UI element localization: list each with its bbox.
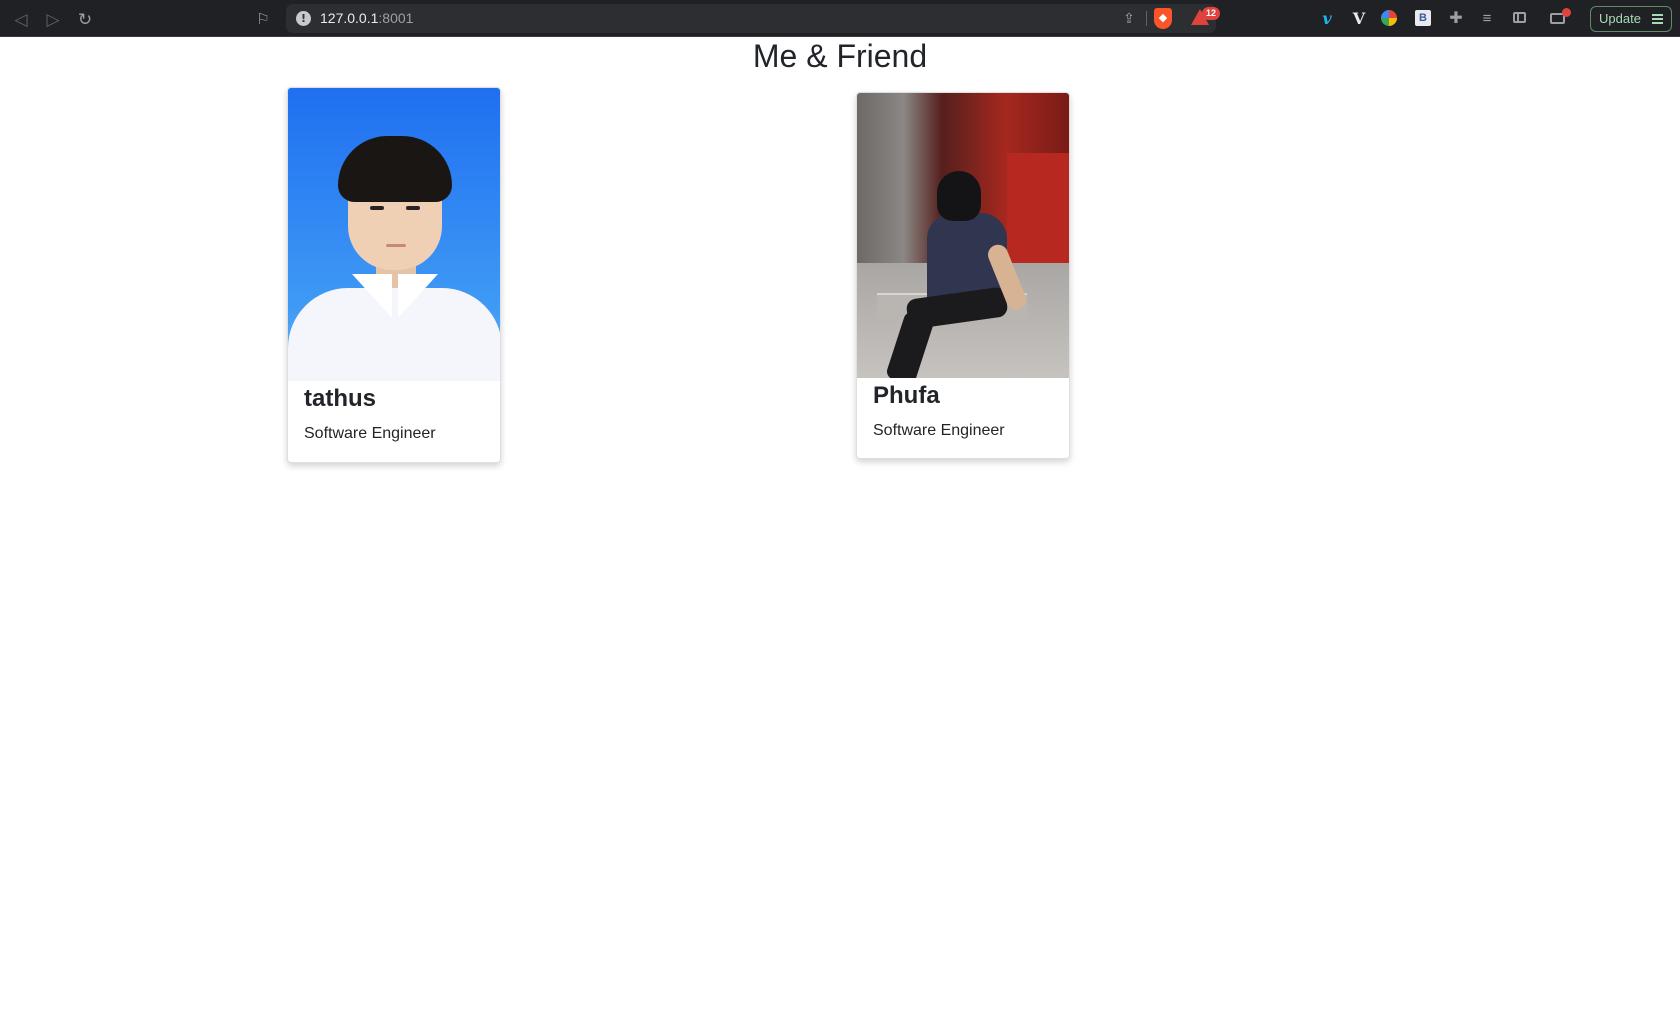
sidebar-icon[interactable] xyxy=(1513,12,1526,23)
profile-name: tathus xyxy=(304,385,376,412)
rewards-badge: 12 xyxy=(1202,7,1220,20)
browser-toolbar: ◁ ▷ ↻ ⚐ ! 127.0.0.1:8001 ⇪ ◆ 12 v V B ✚ … xyxy=(0,0,1680,37)
menu-icon xyxy=(1652,14,1663,24)
share-icon[interactable]: ⇪ xyxy=(1120,9,1138,27)
url-divider xyxy=(1146,11,1147,26)
reload-icon[interactable]: ↻ xyxy=(72,6,98,32)
extensions-puzzle-icon[interactable]: ✚ xyxy=(1445,7,1467,29)
profile-photo xyxy=(857,93,1069,378)
address-bar[interactable]: ! 127.0.0.1:8001 ⇪ ◆ 12 xyxy=(286,4,1220,33)
page-title: Me & Friend xyxy=(752,38,928,74)
profile-role: Software Engineer xyxy=(304,425,436,442)
bookmark-icon[interactable]: ⚐ xyxy=(250,6,276,32)
b-extension-icon[interactable]: B xyxy=(1415,10,1431,26)
media-controls-icon[interactable]: ≡ xyxy=(1476,7,1498,29)
site-info-icon[interactable]: ! xyxy=(296,11,311,26)
brave-shields-icon[interactable]: ◆ xyxy=(1154,8,1172,29)
vimeo-extension-icon[interactable]: v xyxy=(1316,7,1338,29)
update-label: Update xyxy=(1599,11,1641,26)
profile-role: Software Engineer xyxy=(873,422,1005,439)
profile-name: Phufa xyxy=(873,382,940,409)
url-port: :8001 xyxy=(378,10,414,26)
forward-icon[interactable]: ▷ xyxy=(40,6,66,32)
profile-photo xyxy=(288,88,500,381)
back-icon[interactable]: ◁ xyxy=(8,6,34,32)
profile-card: Phufa Software Engineer xyxy=(856,92,1070,459)
card-body: tathus Software Engineer xyxy=(288,381,500,445)
profile-card: tathus Software Engineer xyxy=(287,87,501,463)
url-text[interactable]: 127.0.0.1:8001 xyxy=(320,10,413,26)
card-body: Phufa Software Engineer xyxy=(857,378,1069,442)
url-host: 127.0.0.1 xyxy=(320,10,379,26)
color-picker-extension-icon[interactable] xyxy=(1381,10,1397,26)
vd-extension-icon[interactable]: V xyxy=(1348,7,1370,29)
update-button[interactable]: Update xyxy=(1590,6,1672,32)
wallet-notification-dot xyxy=(1562,8,1571,17)
